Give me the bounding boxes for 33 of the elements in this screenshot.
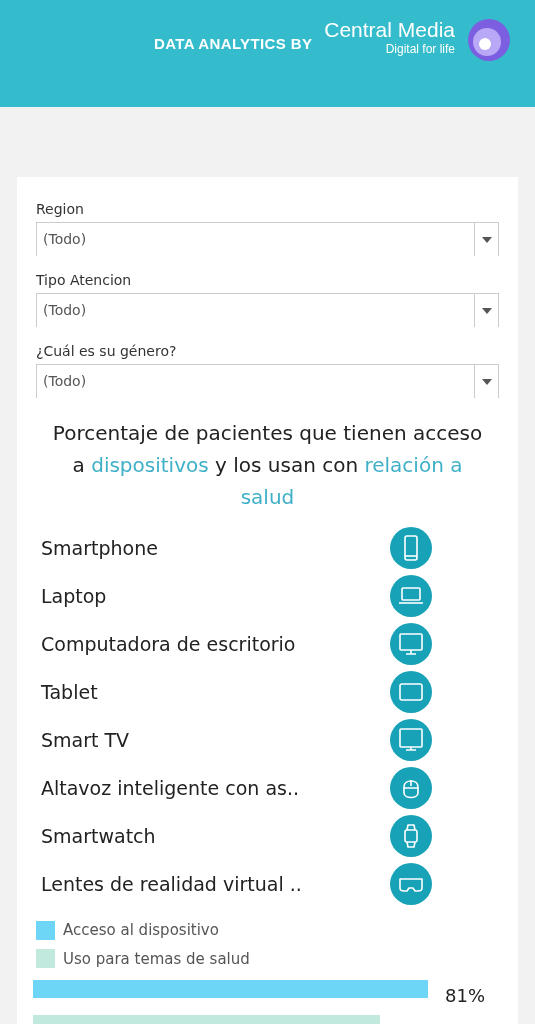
caret-icon xyxy=(481,378,492,385)
device-name: Altavoz inteligente con as.. xyxy=(41,775,300,801)
legend-label: Acceso al dispositivo xyxy=(63,920,219,941)
bar-value: 81% xyxy=(445,984,485,1008)
filter-dropdown[interactable]: (Todo) xyxy=(36,293,499,327)
caret-icon xyxy=(481,236,492,243)
filter-dropdown[interactable]: (Todo) xyxy=(36,364,499,398)
monitor-icon xyxy=(390,719,432,761)
device-name: Computadora de escritorio xyxy=(41,631,297,657)
device-name: Laptop xyxy=(41,583,108,609)
device-name: Smartphone xyxy=(41,535,159,561)
device-name: Lentes de realidad virtual .. xyxy=(41,871,303,897)
device-name: Smart TV xyxy=(41,727,131,753)
desktop-monitor-icon xyxy=(390,623,432,665)
filter-label: Region xyxy=(36,200,85,219)
device-name: Tablet xyxy=(41,679,99,705)
legend-label: Uso para temas de salud xyxy=(63,948,250,970)
smart-speaker-icon xyxy=(390,767,432,809)
filter-dropdown[interactable]: (Todo) xyxy=(36,222,499,256)
logo-icon xyxy=(467,18,511,62)
filter-label: Tipo Atencion xyxy=(36,271,133,290)
brand-slogan: Digital for life xyxy=(385,42,455,56)
tagline: DATA ANALYTICS BY xyxy=(153,34,313,54)
smartwatch-icon xyxy=(390,815,432,857)
laptop-icon xyxy=(390,575,432,617)
smartphone-icon xyxy=(390,527,432,569)
tablet-icon xyxy=(390,671,432,713)
brand-name: Central Media xyxy=(324,18,455,42)
vr-headset-icon xyxy=(390,863,432,905)
device-name: Smartwatch xyxy=(41,823,157,849)
filter-label: ¿Cuál es su género? xyxy=(36,342,178,361)
chart-title: Porcentaje de pacientes que tienen acceso a dispositivos y los usan con relación a salud xyxy=(51,420,484,511)
caret-icon xyxy=(481,307,492,314)
